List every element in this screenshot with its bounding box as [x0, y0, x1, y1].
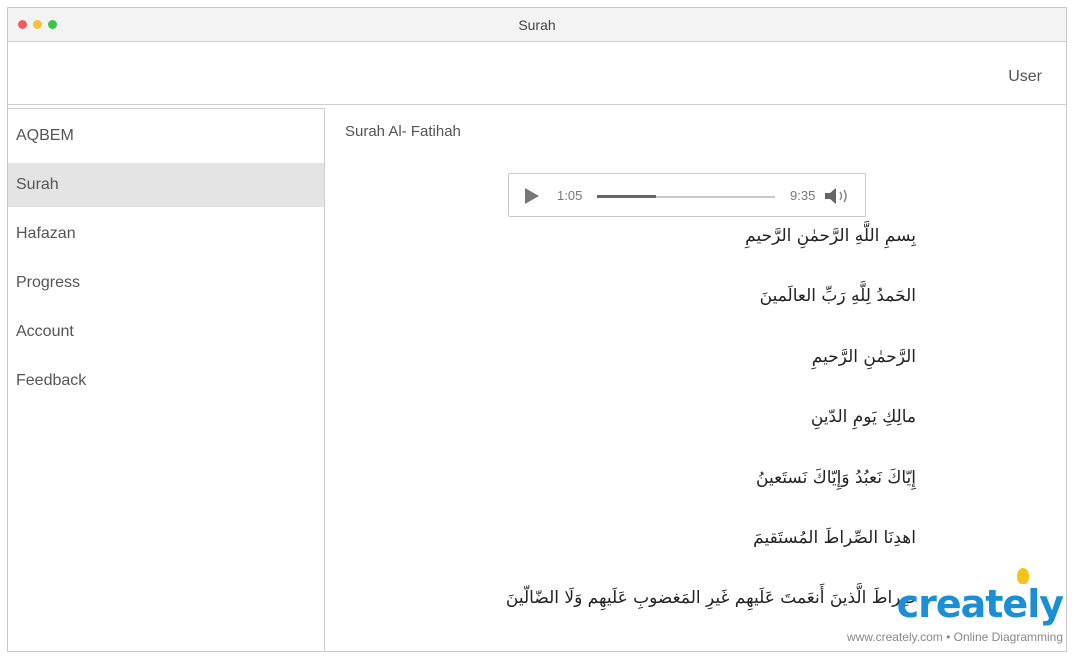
audio-player: 1:05 9:35: [508, 173, 866, 217]
total-time: 9:35: [790, 188, 816, 203]
verse-2: الحَمدُ لِلَّهِ رَبِّ العالَمينَ: [759, 286, 916, 306]
sidebar-item-progress[interactable]: Progress: [8, 261, 324, 305]
verse-4: مالِكِ يَومِ الدّينِ: [810, 407, 916, 427]
sidebar-item-surah[interactable]: Surah: [8, 163, 324, 207]
surah-title: Surah Al- Fatihah: [345, 123, 461, 140]
sidebar-item-aqbem[interactable]: AQBEM: [8, 114, 324, 158]
header-bar: User: [8, 43, 1066, 105]
seek-bar-progress: [597, 195, 656, 198]
play-icon[interactable]: [525, 188, 539, 204]
sidebar-item-account[interactable]: Account: [8, 310, 324, 354]
main-content: Surah Al- Fatihah 1:05 9:35 بِسمِ اللَّه…: [326, 106, 1066, 651]
verse-5: إِيّاكَ نَعبُدُ وَإِيّاكَ نَستَعينُ: [756, 468, 916, 488]
volume-icon[interactable]: [823, 187, 853, 205]
window-title: Surah: [518, 17, 556, 33]
verse-7: صِراطَ الَّذينَ أَنعَمتَ عَلَيهِم غَيرِ …: [505, 588, 916, 608]
sidebar-item-hafazan[interactable]: Hafazan: [8, 212, 324, 256]
verse-1: بِسمِ اللَّهِ الرَّحمٰنِ الرَّحيمِ: [745, 226, 916, 246]
user-menu[interactable]: User: [1008, 68, 1042, 86]
title-bar: Surah: [8, 8, 1066, 42]
seek-bar[interactable]: [597, 195, 775, 198]
sidebar-item-feedback[interactable]: Feedback: [8, 359, 324, 403]
verse-6: اهدِنَا الصِّراطَ المُستَقيمَ: [753, 528, 916, 548]
verse-3: الرَّحمٰنِ الرَّحيمِ: [811, 347, 916, 367]
sidebar: AQBEM Surah Hafazan Progress Account Fee…: [8, 108, 325, 651]
current-time: 1:05: [557, 188, 583, 203]
app-window: Surah User AQBEM Surah Hafazan Progress …: [7, 7, 1067, 652]
